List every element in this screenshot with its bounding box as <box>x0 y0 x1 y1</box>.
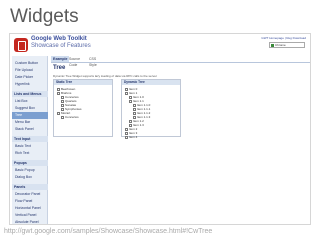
expand-toggle-icon[interactable] <box>61 115 64 119</box>
sidebar-item[interactable]: Vertical Panel <box>12 212 48 219</box>
sidebar-item[interactable]: Custom Button <box>12 60 48 67</box>
sidebar-item[interactable]: Absolute Panel <box>12 219 48 224</box>
app-header: Google Web Toolkit Showcase of Features … <box>10 34 310 56</box>
sidebar-item[interactable]: File Upload <box>12 67 48 74</box>
gwt-showcase-screenshot: Google Web Toolkit Showcase of Features … <box>9 33 311 225</box>
static-tree-header: Static Tree <box>54 80 112 85</box>
expand-toggle-icon[interactable] <box>57 91 60 95</box>
sidebar-item[interactable]: Suggest Box <box>12 105 48 112</box>
brand-title: Google Web Toolkit <box>31 36 87 42</box>
sidebar-category[interactable]: Panels <box>12 184 48 190</box>
static-tree: Static Tree Beethoven Brahms Concertos Quar… <box>53 79 113 137</box>
sidebar-item[interactable]: Hyperlink <box>12 81 48 88</box>
tree-node-label: Item 4 <box>129 135 138 139</box>
sidebar-category[interactable]: Text Input <box>12 136 48 142</box>
sidebar-item[interactable]: Decorator Panel <box>12 191 48 198</box>
content-title: Tree <box>53 65 66 71</box>
sidebar-item[interactable]: Rich Text <box>12 150 48 157</box>
tree-node[interactable]: Item 4 <box>125 135 137 139</box>
dynamic-tree: Dynamic Tree Item 0 Item 1 Item 1.0 Item 1.… <box>121 79 181 139</box>
source-url-caption: http://gwt.google.com/samples/Showcase/S… <box>4 228 213 235</box>
expand-toggle-icon[interactable] <box>129 99 132 103</box>
sidebar-item[interactable]: Tree <box>12 112 48 119</box>
dynamic-tree-header: Dynamic Tree <box>122 80 180 85</box>
sidebar-item[interactable]: Dialog Box <box>12 174 48 181</box>
sidebar-category[interactable]: Popups <box>12 160 48 166</box>
expand-toggle-icon[interactable] <box>125 135 128 139</box>
slide-title: Widgets <box>10 6 79 27</box>
header-links[interactable]: GWT Homepage | Reg Download <box>261 36 306 40</box>
sidebar-nav: Custom Button File Upload Date Picker Hyper… <box>12 56 48 224</box>
gwt-logo-icon <box>14 38 28 52</box>
sidebar-item[interactable]: Flow Panel <box>12 198 48 205</box>
tree-node-label: Concertos <box>65 115 79 119</box>
tab-divider <box>51 62 310 63</box>
sidebar-item[interactable]: List Box <box>12 98 48 105</box>
expand-toggle-icon[interactable] <box>125 91 128 95</box>
sidebar-item[interactable]: Horizontal Panel <box>12 205 48 212</box>
sidebar-item[interactable]: Basic Popup <box>12 167 48 174</box>
sidebar-category[interactable]: Lists and Menus <box>12 91 48 97</box>
tree-node[interactable]: Concertos <box>61 115 79 119</box>
sidebar-item[interactable]: Stack Panel <box>12 126 48 133</box>
sidebar-item[interactable]: Basic Text <box>12 143 48 150</box>
sidebar-item[interactable]: Date Picker <box>12 74 48 81</box>
sidebar-item[interactable]: Menu Bar <box>12 119 48 126</box>
brand-subtitle: Showcase of Features <box>31 43 91 49</box>
content-description: Dynamic Tree Widget supports lazy loadin… <box>53 74 157 78</box>
expand-toggle-icon[interactable] <box>57 111 60 115</box>
theme-selector[interactable]: Chrome <box>269 42 305 48</box>
brand: Google Web Toolkit Showcase of Features <box>31 36 91 50</box>
